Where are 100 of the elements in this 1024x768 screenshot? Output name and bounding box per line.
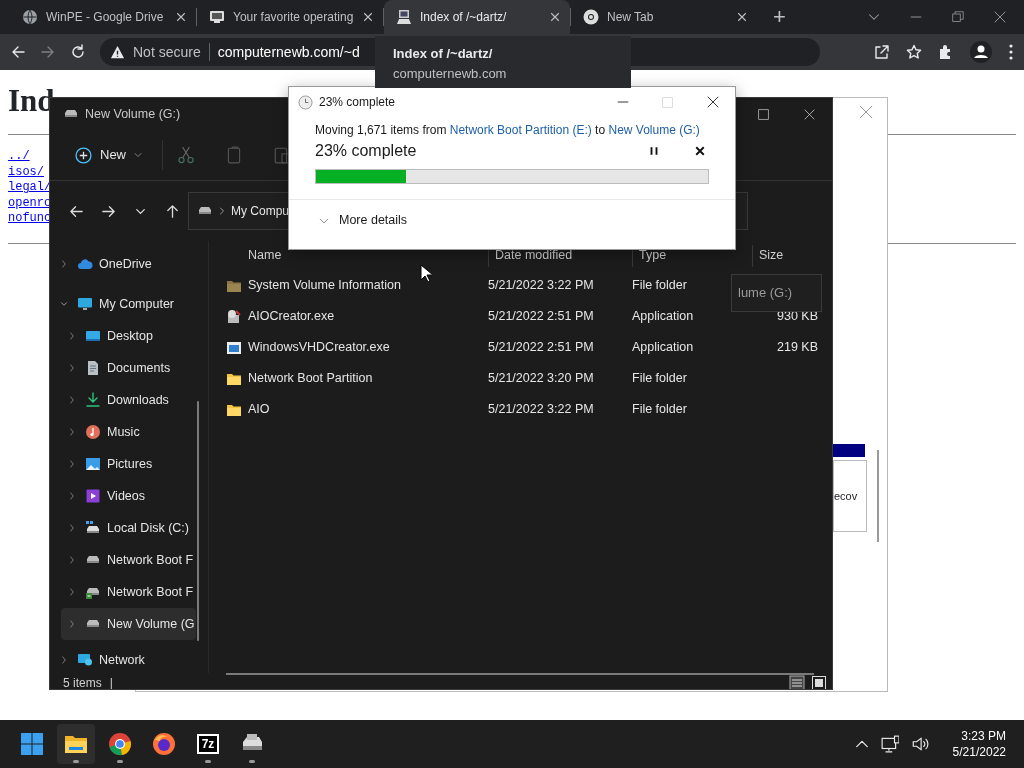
close-icon[interactable] (706, 96, 719, 108)
url-text: computernewb.com/~d (217, 42, 360, 62)
progress-message: Moving 1,671 items from Network Boot Partition (E:) to New Volume (G:) (315, 122, 701, 139)
file-type: File folder (632, 401, 688, 419)
reload-icon[interactable] (70, 44, 86, 60)
restore-icon[interactable] (952, 11, 964, 23)
search-field[interactable]: lume (G:) (731, 274, 822, 312)
file-date: 5/21/2022 3:22 PM (488, 401, 595, 419)
tiles-view-icon[interactable] (811, 675, 827, 689)
file-name[interactable]: AIO (248, 400, 488, 419)
browser-tab[interactable]: New Tab (571, 0, 757, 34)
column-header[interactable]: Size (752, 244, 818, 267)
list-view-icon[interactable] (789, 675, 805, 689)
nav-item[interactable]: OneDrive (53, 248, 188, 280)
file-name[interactable]: Network Boot Partition (248, 369, 488, 388)
nav-item[interactable]: Desktop (61, 320, 196, 352)
back-icon[interactable] (10, 44, 26, 60)
tooltip-title: Index of /~dartz/ (393, 45, 494, 63)
maximize-icon[interactable] (757, 108, 769, 120)
nav-item[interactable]: Network Boot F (61, 576, 196, 608)
file-date: 5/21/2022 3:20 PM (488, 370, 595, 388)
item-count: 5 items (63, 675, 102, 689)
network-icon[interactable] (880, 735, 899, 753)
file-date: 5/21/2022 2:51 PM (488, 308, 595, 326)
selection-bar (833, 444, 865, 457)
paste-icon[interactable] (273, 146, 291, 164)
file-name[interactable]: AIOCreator.exe (248, 307, 488, 326)
item-label: ecov (834, 488, 858, 504)
directory-link[interactable]: ../ (8, 149, 30, 165)
share-icon[interactable] (874, 44, 890, 60)
file-name[interactable]: System Volume Information (248, 276, 488, 295)
chrome-icon (108, 732, 132, 756)
window-title: New Volume (G:) (85, 105, 181, 123)
computer-icon (396, 9, 412, 25)
nav-item[interactable]: Pictures (61, 448, 196, 480)
new-tab-button[interactable]: + (773, 6, 786, 28)
file-date: 5/21/2022 2:51 PM (488, 339, 595, 357)
clock-date[interactable]: 5/21/2022 (952, 744, 1006, 760)
nav-item[interactable]: Downloads (61, 384, 196, 416)
music-icon (85, 424, 101, 440)
cursor-icon (420, 264, 432, 282)
drive-icon (85, 520, 101, 536)
directory-link[interactable]: isos/ (8, 164, 44, 181)
nav-item[interactable]: Local Disk (C:) (61, 512, 196, 544)
directory-link[interactable]: openro (8, 195, 52, 212)
maximize-icon (662, 96, 673, 108)
up-icon[interactable] (164, 203, 180, 219)
file-type: File folder (632, 370, 688, 388)
taskbar-app[interactable] (57, 724, 95, 764)
more-details-toggle[interactable]: More details (289, 199, 735, 241)
file-date: 5/21/2022 3:22 PM (488, 277, 595, 295)
monitor-icon (209, 9, 225, 25)
network-icon (77, 652, 93, 668)
nav-item[interactable]: New Volume (G (61, 608, 196, 640)
taskbar-app[interactable]: 7z (189, 724, 227, 764)
plus-icon (75, 146, 92, 164)
warning-icon (110, 44, 125, 60)
cut-icon[interactable] (177, 146, 195, 164)
application-icon (226, 308, 242, 325)
star-icon[interactable] (906, 44, 922, 60)
browser-tab[interactable]: Index of /~dartz/ (384, 0, 570, 34)
close-icon[interactable] (695, 146, 705, 156)
globe-icon (22, 9, 38, 25)
video-icon (85, 488, 101, 504)
menu-icon[interactable] (1008, 44, 1014, 60)
file-type: Application (632, 339, 695, 357)
nav-item[interactable]: Documents (61, 352, 196, 384)
volume-icon[interactable] (910, 735, 929, 753)
file-type: Application (632, 308, 695, 326)
clock-time[interactable]: 3:23 PM (952, 728, 1006, 744)
location-link[interactable]: New Volume (G:) (608, 123, 700, 137)
location-link[interactable]: Network Boot Partition (E:) (449, 123, 592, 137)
clock-icon (298, 94, 313, 110)
start-icon (20, 732, 44, 756)
picture-icon (85, 456, 101, 472)
nav-item[interactable]: Network (53, 648, 188, 672)
nav-item[interactable]: Music (61, 416, 196, 448)
dialog-title: 23% complete (319, 94, 396, 111)
firefox-icon (152, 732, 176, 756)
chevron-right-icon (218, 207, 226, 215)
browser-tab[interactable]: Your favorite operating (197, 0, 383, 34)
directory-link[interactable]: nofunc (8, 211, 52, 227)
file-name[interactable]: WindowsVHDCreator.exe (248, 338, 488, 357)
new-button[interactable]: New (69, 139, 148, 171)
nav-item[interactable]: Videos (61, 480, 196, 512)
pause-icon[interactable] (649, 146, 659, 156)
directory-link[interactable]: legal/ (8, 180, 52, 196)
cloud-icon (77, 256, 93, 272)
profile-icon[interactable] (970, 41, 992, 63)
nav-item[interactable]: My Computer (53, 288, 188, 320)
browser-tab[interactable]: WinPE - Google Drive (10, 0, 196, 34)
download-icon (85, 392, 101, 408)
back-icon[interactable] (68, 203, 84, 219)
nav-item[interactable]: Network Boot F (61, 544, 196, 576)
chrome-icon (583, 9, 599, 25)
status-divider: | (109, 675, 113, 689)
progress-status: 23% complete (315, 141, 417, 161)
chevron-down-icon (319, 215, 329, 226)
tooltip-url: computernewb.com (393, 64, 508, 83)
forward-icon[interactable] (100, 203, 116, 219)
